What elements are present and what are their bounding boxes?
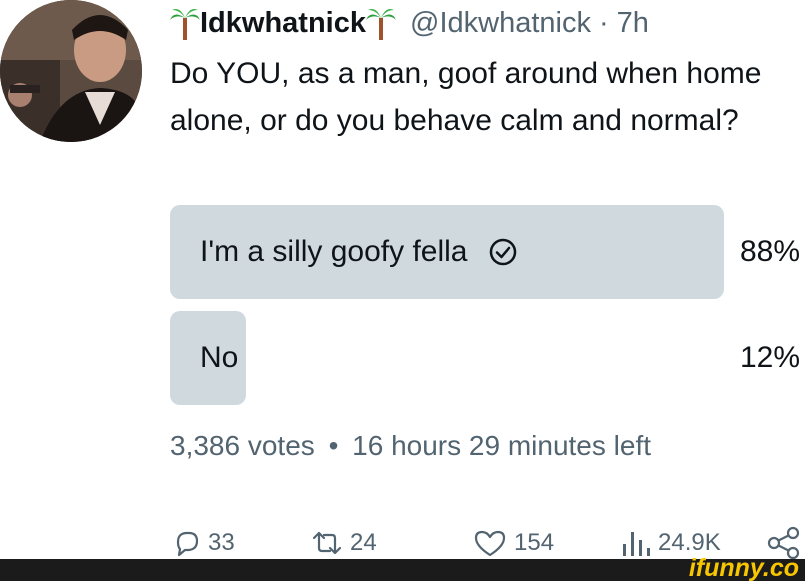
poll-option-percent: 12% (739, 341, 800, 374)
like-button[interactable]: 154 (472, 522, 554, 564)
poll-option-label-wrap: I'm a silly goofy fella (200, 205, 518, 299)
poll-meta-separator: • (328, 430, 339, 461)
ifunny-watermark: ifunny.co (688, 554, 799, 582)
header-separator: · (598, 6, 609, 39)
poll-option-label: No (200, 341, 239, 374)
avatar[interactable] (0, 0, 142, 142)
retweet-count: 24 (350, 529, 377, 556)
poll-option-percent: 88% (739, 235, 800, 268)
poll-vote-count: 3,386 votes (170, 430, 315, 461)
reply-icon (176, 531, 199, 557)
avatar-image (0, 0, 142, 142)
reply-button[interactable]: 33 (172, 522, 235, 564)
like-count: 154 (514, 529, 555, 556)
heart-icon (474, 530, 506, 557)
poll-meta: 3,386 votes • 16 hours 29 minutes left (170, 430, 651, 462)
palm-tree-icon (366, 6, 396, 40)
palm-tree-icon (170, 6, 200, 40)
watermark-bar (0, 559, 805, 581)
reply-count: 33 (208, 529, 235, 556)
retweet-icon (312, 531, 342, 555)
poll-time-left: 16 hours 29 minutes left (352, 430, 651, 461)
author-handle[interactable]: @Idkwhatnick (410, 7, 591, 40)
poll-option-label-wrap: No (200, 311, 238, 405)
views-icon (623, 532, 650, 556)
tweet-header: Idkwhatnick @Idkwhatnick · 7h (170, 3, 649, 43)
poll-option-1: I'm a silly goofy fella 88% (170, 205, 800, 299)
author-display-name[interactable]: Idkwhatnick (200, 7, 366, 40)
retweet-button[interactable]: 24 (310, 522, 377, 564)
tweet-timestamp[interactable]: 7h (617, 7, 649, 40)
check-circle-icon (488, 237, 518, 267)
view-count: 24.9K (658, 529, 721, 556)
tweet-text: Do YOU, as a man, goof around when home … (170, 57, 762, 137)
poll-option-2: No 12% (170, 311, 800, 405)
poll-option-label: I'm a silly goofy fella (200, 235, 468, 268)
